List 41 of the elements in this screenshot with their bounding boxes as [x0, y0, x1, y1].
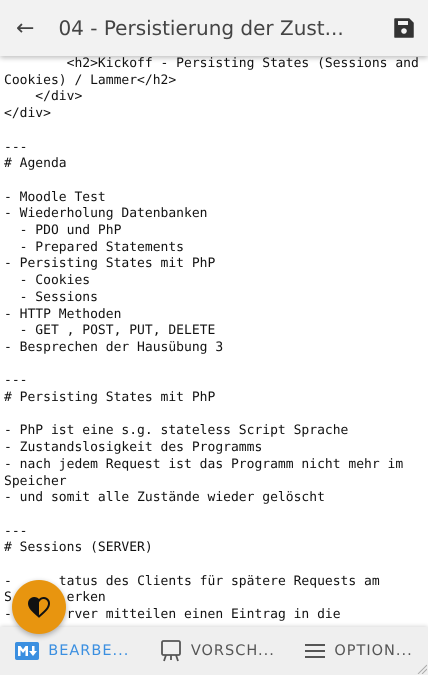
save-icon[interactable] [392, 16, 416, 40]
code-line: - nach jedem Request ist das Programm nicht mehr im [4, 456, 404, 474]
code-line: --- [4, 140, 28, 156]
code-line: S [4, 590, 12, 608]
code-line: - [4, 607, 12, 624]
code-line: <h2>Kickoff - Persisting States (Sessions and [66, 56, 419, 73]
nav-tab[interactable]: VORSCH... [156, 633, 279, 669]
code-line: rver mitteilen einen Eintrag in die [66, 607, 341, 624]
code-line: - Wiederholung Datenbanken [4, 206, 208, 223]
code-line: - GET , POST, PUT, DELETE [18, 323, 216, 340]
markdown-icon [15, 642, 40, 660]
code-line: - HTTP Methoden [4, 306, 122, 324]
easel-icon [160, 639, 182, 663]
code-line: Cookies) / Lammer</h2> [4, 72, 176, 90]
code-line: --- [4, 373, 28, 390]
code-line: erken [66, 590, 106, 608]
resize-grip-icon[interactable] [417, 664, 427, 674]
heart-icon [27, 596, 51, 618]
code-line: tatus des Clients für spätere Requests am [58, 574, 380, 590]
code-line: </div> [34, 89, 82, 106]
nav-tab[interactable]: OPTION... [301, 637, 417, 665]
back-button[interactable]: ← [12, 16, 38, 40]
menu-icon [305, 644, 326, 658]
code-line: Speicher [4, 474, 67, 490]
code-line: # Sessions (SERVER) [4, 540, 153, 558]
code-line: --- [4, 524, 28, 540]
code-line: - Moodle Test [4, 190, 106, 206]
code-line: - Zustandslosigkeit des Programms [4, 440, 262, 457]
code-line: - [4, 574, 12, 590]
code-line: - PhP ist eine s.g. stateless Script Sprache [4, 423, 348, 440]
code-line: - Persisting States mit PhP [4, 256, 216, 274]
code-line: - Prepared Statements [18, 240, 184, 256]
code-line: - Besprechen der Hausübung 3 [4, 340, 224, 357]
code-line: - PDO und PhP [18, 223, 122, 240]
document-title: 04 - Persistierung der Zust... [58, 16, 345, 40]
code-line: </div> [4, 106, 51, 123]
code-line: - Cookies [18, 273, 90, 290]
code-line: - Sessions [18, 290, 98, 307]
code-line: # Agenda [4, 156, 67, 173]
code-line: # Persisting States mit PhP [4, 390, 216, 407]
code-line: - und somit alle Zustände wieder gelöscht [4, 490, 325, 507]
